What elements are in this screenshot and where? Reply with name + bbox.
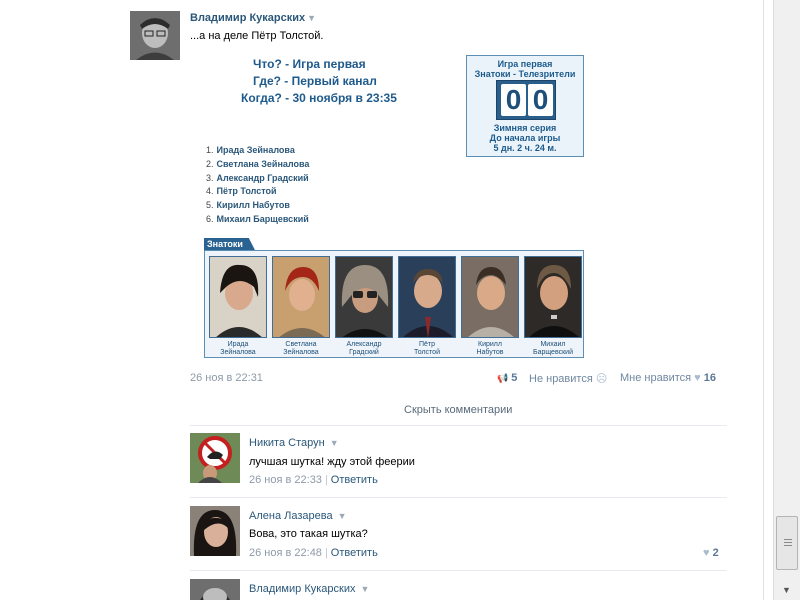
comment-menu-caret-icon[interactable]: ▼ — [360, 584, 369, 594]
heart-icon: ♥ — [694, 372, 701, 384]
comment-author-label: Никита Старун — [249, 437, 325, 449]
content-right-border — [763, 0, 764, 600]
player-caption: Ирада Зейналова — [220, 341, 256, 356]
player-list-item: 3. Александр Градский — [206, 172, 309, 183]
player-photo — [524, 256, 582, 338]
player-photo — [398, 256, 456, 338]
post-menu-caret-icon[interactable]: ▼ — [307, 13, 316, 23]
player-list-item: 5. Кирилл Набутов — [206, 200, 290, 211]
comment-like-button[interactable]: ♥ 2 — [703, 547, 719, 559]
comment-meta: 26 ноя в 22:33 | Ответить — [249, 474, 378, 486]
comment-author-avatar[interactable] — [190, 579, 240, 600]
player-caption: Пётр Толстой — [414, 341, 440, 356]
like-button[interactable]: Мне нравится ♥ 16 — [620, 372, 716, 384]
player-photo — [209, 256, 267, 338]
timer-until: До начала игры — [489, 133, 561, 143]
post-author-name[interactable]: Владимир Кукарских ▼ — [190, 12, 316, 24]
comment-divider — [190, 497, 727, 498]
reply-link[interactable]: Ответить — [331, 474, 378, 486]
player-list-item: 2. Светлана Зейналова — [206, 158, 310, 169]
comment-author-name[interactable]: Алена Лазарева ▼ — [249, 510, 347, 522]
dislike-button[interactable]: Не нравится ☹ — [529, 372, 607, 385]
hide-comments-link[interactable]: Скрыть комментарии — [404, 404, 512, 416]
comment-date[interactable]: 26 ноя в 22:33 — [249, 474, 322, 486]
comment-author-avatar[interactable] — [190, 433, 240, 483]
post-date[interactable]: 26 ноя в 22:31 — [190, 372, 263, 384]
comment-meta-pipe: | — [324, 547, 328, 559]
timer-teams: Знатоки - Телезрители — [474, 69, 576, 79]
player-caption: Кирилл Набутов — [476, 341, 504, 356]
player-photo — [272, 256, 330, 338]
player-photo — [461, 256, 519, 338]
scroll-down-arrow-icon[interactable]: ▼ — [782, 585, 791, 595]
score-right-digit: 0 — [528, 84, 553, 116]
player-list-item: 1. Ирада Зейналова — [206, 145, 295, 155]
timer-remaining: 5 дн. 2 ч. 24 м. — [493, 143, 557, 153]
comment-divider — [190, 570, 727, 571]
comment-author-name[interactable]: Владимир Кукарских ▼ — [249, 583, 369, 595]
timer-score: 0 0 — [496, 80, 556, 120]
comment-menu-caret-icon[interactable]: ▼ — [338, 511, 347, 521]
team-photos-panel: Ирада Зейналова Светлана Зейналова Алексан… — [204, 250, 584, 358]
share-count: 5 — [511, 372, 518, 384]
score-left-digit: 0 — [501, 84, 526, 116]
comment-menu-caret-icon[interactable]: ▼ — [330, 438, 339, 448]
comment-author-avatar[interactable] — [190, 506, 240, 556]
post-author-avatar[interactable] — [130, 11, 180, 60]
dislike-label: Не нравится — [529, 373, 593, 385]
reply-link[interactable]: Ответить — [331, 547, 378, 559]
player-list-item: 6. Михаил Барщевский — [206, 213, 309, 224]
timer-series: Зимняя серия — [493, 123, 557, 133]
player-list-item: 4. Пётр Толстой — [206, 186, 277, 197]
comment-meta: 26 ноя в 22:48 | Ответить — [249, 547, 378, 559]
comments-divider — [190, 425, 727, 426]
share-button[interactable]: 📢 5 — [497, 372, 517, 384]
comment-date[interactable]: 26 ноя в 22:48 — [249, 547, 322, 559]
quiz-line-what: Что? - Игра первая — [253, 57, 366, 71]
comment-author-label: Алена Лазарева — [249, 510, 333, 522]
heart-icon: ♥ — [703, 547, 710, 559]
player-caption: Михаил Барщевский — [533, 341, 573, 356]
player-photo — [335, 256, 393, 338]
quiz-line-where: Где? - Первый канал — [253, 74, 377, 88]
team-tab-label: Знатоки — [204, 238, 255, 250]
comment-meta-pipe: | — [324, 474, 328, 486]
scrollbar-grip — [784, 545, 792, 546]
comment-author-label: Владимир Кукарских — [249, 583, 356, 595]
player-caption: Светлана Зейналова — [283, 341, 319, 356]
post-author-label: Владимир Кукарских — [190, 12, 306, 24]
scrollbar-grip — [784, 542, 792, 543]
window-scrollbar[interactable]: ▼ — [773, 0, 800, 600]
comment-text: Вова, это такая шутка? — [249, 528, 368, 540]
scrollbar-thumb[interactable] — [776, 516, 798, 570]
comment-text: лучшая шутка! ждy этой феерии — [249, 456, 415, 468]
like-label: Мне нравится — [620, 372, 692, 384]
game-timer-widget: Игра первая Знатоки - Телезрители 0 0 Зи… — [466, 55, 584, 157]
timer-title: Игра первая — [497, 59, 553, 69]
comment-author-name[interactable]: Никита Старун ▼ — [249, 437, 339, 449]
quiz-line-when: Когда? - 30 ноября в 23:35 — [241, 91, 397, 105]
dislike-icon: ☹ — [595, 373, 608, 385]
players-list: 1. Ирада Зейналова 2. Светлана Зейналова 3… — [206, 145, 309, 228]
like-count: 16 — [703, 372, 716, 384]
post-text: ...а на деле Пётр Толстой. — [190, 30, 324, 42]
share-icon: 📢 — [497, 373, 509, 383]
scrollbar-grip — [784, 539, 792, 540]
comment-like-count: 2 — [712, 547, 719, 559]
player-caption: Александр Градский — [346, 341, 382, 356]
